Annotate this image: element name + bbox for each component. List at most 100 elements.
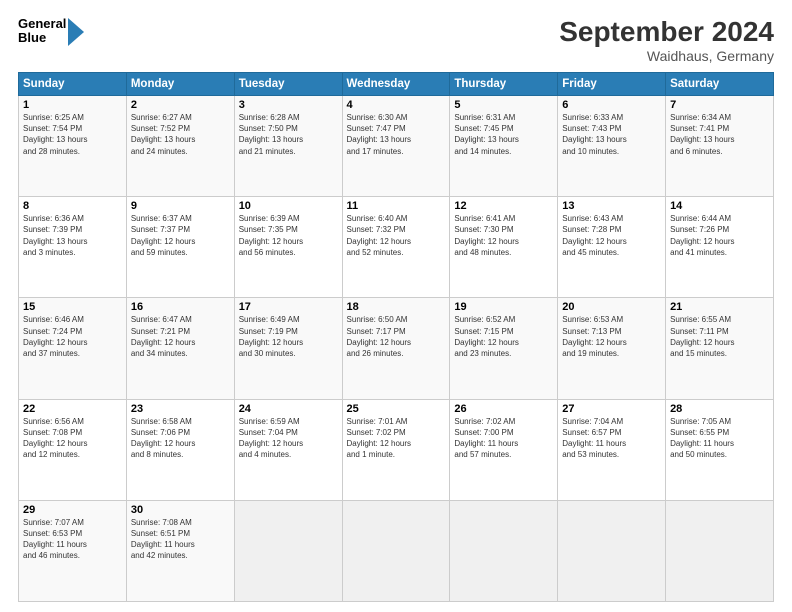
day-info: Sunrise: 6:46 AMSunset: 7:24 PMDaylight:… xyxy=(23,314,122,359)
day-info: Sunrise: 6:52 AMSunset: 7:15 PMDaylight:… xyxy=(454,314,553,359)
day-info: Sunrise: 6:39 AMSunset: 7:35 PMDaylight:… xyxy=(239,213,338,258)
day-info: Sunrise: 6:41 AMSunset: 7:30 PMDaylight:… xyxy=(454,213,553,258)
day-number: 9 xyxy=(131,200,230,212)
table-row: 26Sunrise: 7:02 AMSunset: 7:00 PMDayligh… xyxy=(450,399,558,500)
day-number: 25 xyxy=(347,403,446,415)
day-number: 22 xyxy=(23,403,122,415)
col-saturday: Saturday xyxy=(666,73,774,96)
day-number: 3 xyxy=(239,99,338,111)
table-row: 22Sunrise: 6:56 AMSunset: 7:08 PMDayligh… xyxy=(19,399,127,500)
calendar-week-row: 29Sunrise: 7:07 AMSunset: 6:53 PMDayligh… xyxy=(19,500,774,601)
day-number: 26 xyxy=(454,403,553,415)
page: General Blue September 2024 Waidhaus, Ge… xyxy=(0,0,792,612)
table-row: 27Sunrise: 7:04 AMSunset: 6:57 PMDayligh… xyxy=(558,399,666,500)
day-info: Sunrise: 6:47 AMSunset: 7:21 PMDaylight:… xyxy=(131,314,230,359)
table-row: 23Sunrise: 6:58 AMSunset: 7:06 PMDayligh… xyxy=(126,399,234,500)
table-row xyxy=(234,500,342,601)
day-number: 27 xyxy=(562,403,661,415)
calendar-week-row: 15Sunrise: 6:46 AMSunset: 7:24 PMDayligh… xyxy=(19,298,774,399)
title-block: September 2024 Waidhaus, Germany xyxy=(559,16,774,64)
day-info: Sunrise: 6:33 AMSunset: 7:43 PMDaylight:… xyxy=(562,112,661,157)
page-subtitle: Waidhaus, Germany xyxy=(559,48,774,64)
day-number: 14 xyxy=(670,200,769,212)
day-info: Sunrise: 6:59 AMSunset: 7:04 PMDaylight:… xyxy=(239,416,338,461)
day-info: Sunrise: 7:02 AMSunset: 7:00 PMDaylight:… xyxy=(454,416,553,461)
day-info: Sunrise: 7:01 AMSunset: 7:02 PMDaylight:… xyxy=(347,416,446,461)
day-number: 6 xyxy=(562,99,661,111)
logo-arrow-icon xyxy=(68,18,84,46)
col-monday: Monday xyxy=(126,73,234,96)
table-row: 7Sunrise: 6:34 AMSunset: 7:41 PMDaylight… xyxy=(666,96,774,197)
day-number: 30 xyxy=(131,504,230,516)
day-number: 23 xyxy=(131,403,230,415)
table-row: 29Sunrise: 7:07 AMSunset: 6:53 PMDayligh… xyxy=(19,500,127,601)
table-row: 12Sunrise: 6:41 AMSunset: 7:30 PMDayligh… xyxy=(450,197,558,298)
day-info: Sunrise: 6:37 AMSunset: 7:37 PMDaylight:… xyxy=(131,213,230,258)
table-row: 6Sunrise: 6:33 AMSunset: 7:43 PMDaylight… xyxy=(558,96,666,197)
table-row: 8Sunrise: 6:36 AMSunset: 7:39 PMDaylight… xyxy=(19,197,127,298)
day-info: Sunrise: 6:58 AMSunset: 7:06 PMDaylight:… xyxy=(131,416,230,461)
day-info: Sunrise: 6:40 AMSunset: 7:32 PMDaylight:… xyxy=(347,213,446,258)
day-info: Sunrise: 7:08 AMSunset: 6:51 PMDaylight:… xyxy=(131,517,230,562)
page-title: September 2024 xyxy=(559,16,774,48)
day-info: Sunrise: 6:56 AMSunset: 7:08 PMDaylight:… xyxy=(23,416,122,461)
day-number: 29 xyxy=(23,504,122,516)
logo-line2: Blue xyxy=(18,31,66,45)
col-tuesday: Tuesday xyxy=(234,73,342,96)
day-info: Sunrise: 6:27 AMSunset: 7:52 PMDaylight:… xyxy=(131,112,230,157)
table-row: 25Sunrise: 7:01 AMSunset: 7:02 PMDayligh… xyxy=(342,399,450,500)
day-number: 19 xyxy=(454,301,553,313)
table-row: 4Sunrise: 6:30 AMSunset: 7:47 PMDaylight… xyxy=(342,96,450,197)
calendar-header-row: Sunday Monday Tuesday Wednesday Thursday… xyxy=(19,73,774,96)
table-row xyxy=(450,500,558,601)
table-row: 17Sunrise: 6:49 AMSunset: 7:19 PMDayligh… xyxy=(234,298,342,399)
day-info: Sunrise: 6:55 AMSunset: 7:11 PMDaylight:… xyxy=(670,314,769,359)
logo: General Blue xyxy=(18,16,84,46)
day-info: Sunrise: 6:36 AMSunset: 7:39 PMDaylight:… xyxy=(23,213,122,258)
header: General Blue September 2024 Waidhaus, Ge… xyxy=(18,16,774,64)
day-number: 4 xyxy=(347,99,446,111)
day-number: 13 xyxy=(562,200,661,212)
day-info: Sunrise: 6:28 AMSunset: 7:50 PMDaylight:… xyxy=(239,112,338,157)
table-row: 10Sunrise: 6:39 AMSunset: 7:35 PMDayligh… xyxy=(234,197,342,298)
table-row: 1Sunrise: 6:25 AMSunset: 7:54 PMDaylight… xyxy=(19,96,127,197)
day-info: Sunrise: 6:31 AMSunset: 7:45 PMDaylight:… xyxy=(454,112,553,157)
table-row: 2Sunrise: 6:27 AMSunset: 7:52 PMDaylight… xyxy=(126,96,234,197)
table-row: 18Sunrise: 6:50 AMSunset: 7:17 PMDayligh… xyxy=(342,298,450,399)
col-wednesday: Wednesday xyxy=(342,73,450,96)
table-row: 15Sunrise: 6:46 AMSunset: 7:24 PMDayligh… xyxy=(19,298,127,399)
logo-text: General Blue xyxy=(18,17,66,46)
table-row: 16Sunrise: 6:47 AMSunset: 7:21 PMDayligh… xyxy=(126,298,234,399)
day-info: Sunrise: 6:25 AMSunset: 7:54 PMDaylight:… xyxy=(23,112,122,157)
day-info: Sunrise: 6:53 AMSunset: 7:13 PMDaylight:… xyxy=(562,314,661,359)
day-info: Sunrise: 6:44 AMSunset: 7:26 PMDaylight:… xyxy=(670,213,769,258)
day-number: 28 xyxy=(670,403,769,415)
col-thursday: Thursday xyxy=(450,73,558,96)
day-number: 11 xyxy=(347,200,446,212)
day-number: 1 xyxy=(23,99,122,111)
day-number: 20 xyxy=(562,301,661,313)
day-info: Sunrise: 7:05 AMSunset: 6:55 PMDaylight:… xyxy=(670,416,769,461)
day-number: 8 xyxy=(23,200,122,212)
table-row: 30Sunrise: 7:08 AMSunset: 6:51 PMDayligh… xyxy=(126,500,234,601)
table-row: 21Sunrise: 6:55 AMSunset: 7:11 PMDayligh… xyxy=(666,298,774,399)
table-row: 5Sunrise: 6:31 AMSunset: 7:45 PMDaylight… xyxy=(450,96,558,197)
day-number: 17 xyxy=(239,301,338,313)
table-row: 9Sunrise: 6:37 AMSunset: 7:37 PMDaylight… xyxy=(126,197,234,298)
table-row: 3Sunrise: 6:28 AMSunset: 7:50 PMDaylight… xyxy=(234,96,342,197)
table-row: 19Sunrise: 6:52 AMSunset: 7:15 PMDayligh… xyxy=(450,298,558,399)
table-row: 20Sunrise: 6:53 AMSunset: 7:13 PMDayligh… xyxy=(558,298,666,399)
table-row: 13Sunrise: 6:43 AMSunset: 7:28 PMDayligh… xyxy=(558,197,666,298)
day-info: Sunrise: 6:30 AMSunset: 7:47 PMDaylight:… xyxy=(347,112,446,157)
calendar-week-row: 8Sunrise: 6:36 AMSunset: 7:39 PMDaylight… xyxy=(19,197,774,298)
calendar-table: Sunday Monday Tuesday Wednesday Thursday… xyxy=(18,72,774,602)
day-number: 24 xyxy=(239,403,338,415)
day-info: Sunrise: 6:43 AMSunset: 7:28 PMDaylight:… xyxy=(562,213,661,258)
day-info: Sunrise: 7:07 AMSunset: 6:53 PMDaylight:… xyxy=(23,517,122,562)
table-row: 28Sunrise: 7:05 AMSunset: 6:55 PMDayligh… xyxy=(666,399,774,500)
table-row: 11Sunrise: 6:40 AMSunset: 7:32 PMDayligh… xyxy=(342,197,450,298)
col-friday: Friday xyxy=(558,73,666,96)
day-info: Sunrise: 6:50 AMSunset: 7:17 PMDaylight:… xyxy=(347,314,446,359)
day-number: 7 xyxy=(670,99,769,111)
day-info: Sunrise: 7:04 AMSunset: 6:57 PMDaylight:… xyxy=(562,416,661,461)
